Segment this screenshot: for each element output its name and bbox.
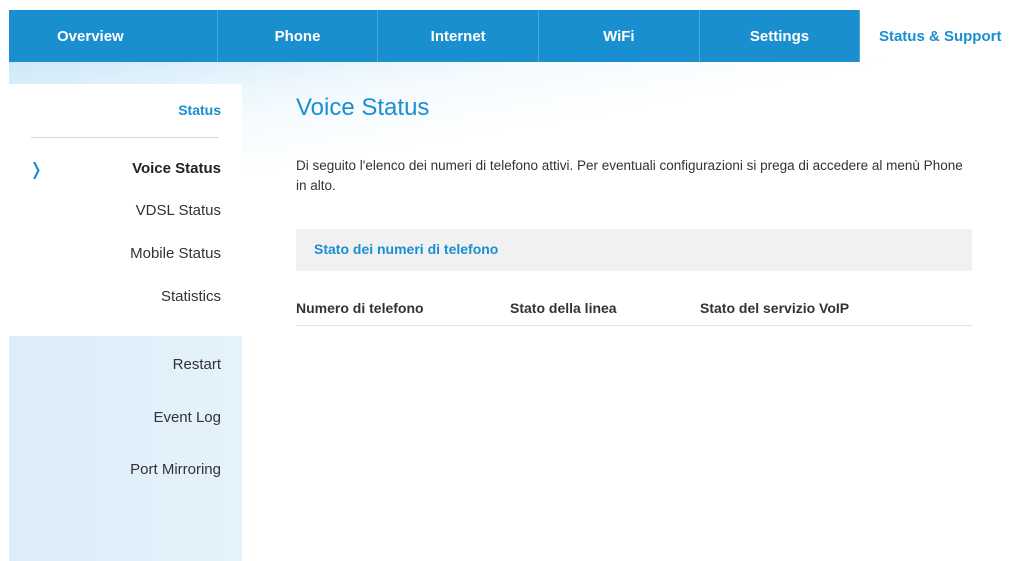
tab-settings[interactable]: Settings [700, 10, 861, 62]
intro-text: Di seguito l'elenco dei numeri di telefo… [296, 158, 963, 193]
sidebar-item-voice-status[interactable]: Voice Status [132, 160, 221, 177]
sidebar-tools-panel: Restart Event Log Port Mirroring [9, 336, 242, 561]
column-header-voip-status: Stato del servizio VoIP [700, 300, 850, 316]
top-navigation: Overview Phone Internet WiFi Settings St… [9, 10, 1020, 62]
sidebar-item-restart[interactable]: Restart [173, 356, 221, 373]
tab-status-support[interactable]: Status & Support [860, 10, 1020, 62]
section-title: Stato dei numeri di telefono [314, 241, 499, 257]
tab-wifi[interactable]: WiFi [539, 10, 700, 62]
sidebar: Status ❭ Voice Status VDSL Status Mobile… [9, 84, 242, 561]
sidebar-item-event-log[interactable]: Event Log [153, 409, 221, 426]
sidebar-item-port-mirroring[interactable]: Port Mirroring [130, 461, 221, 478]
tab-overview[interactable]: Overview [9, 10, 218, 62]
page-title: Voice Status [296, 94, 430, 121]
sidebar-status-panel: Status ❭ Voice Status VDSL Status Mobile… [9, 84, 242, 336]
column-header-phone-number: Numero di telefono [296, 300, 424, 316]
section-header: Stato dei numeri di telefono [296, 229, 972, 271]
sidebar-divider [31, 137, 219, 138]
chevron-right-icon: ❭ [29, 160, 44, 179]
column-header-line-status: Stato della linea [510, 300, 617, 316]
sidebar-item-mobile-status[interactable]: Mobile Status [130, 245, 221, 262]
tab-internet[interactable]: Internet [378, 10, 540, 62]
sidebar-item-vdsl-status[interactable]: VDSL Status [136, 202, 221, 219]
sidebar-item-statistics[interactable]: Statistics [161, 288, 221, 305]
table-header-row: Numero di telefono Stato della linea Sta… [296, 300, 972, 326]
tab-phone[interactable]: Phone [218, 10, 379, 62]
sidebar-heading-status[interactable]: Status [178, 102, 221, 118]
